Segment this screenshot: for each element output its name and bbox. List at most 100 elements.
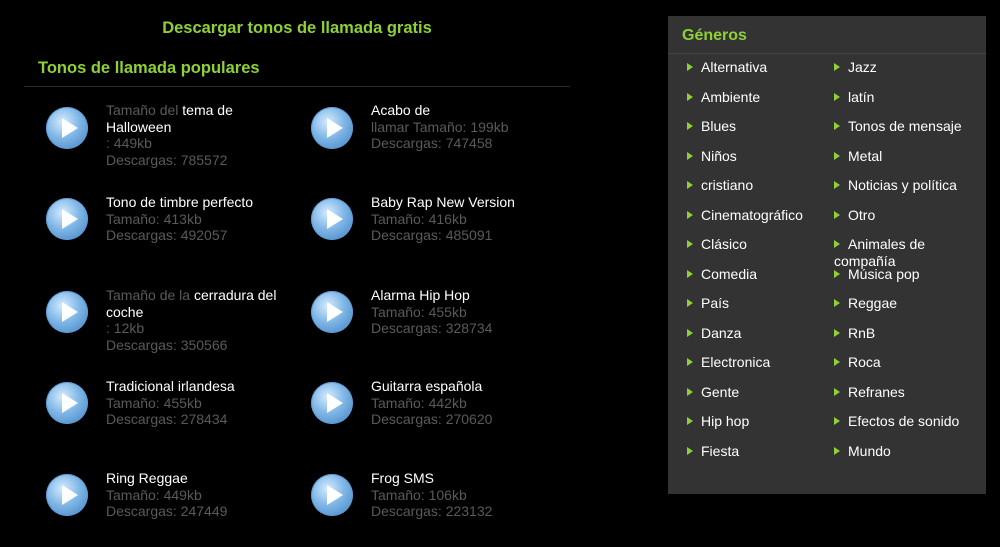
- genre-link[interactable]: País: [687, 295, 822, 312]
- triangle-right-icon: [834, 181, 840, 189]
- play-button[interactable]: [46, 198, 88, 240]
- genre-label: Jazz: [848, 59, 877, 75]
- genre-link[interactable]: Gente: [687, 384, 822, 401]
- genre-link[interactable]: Refranes: [834, 384, 969, 401]
- play-icon: [62, 393, 78, 413]
- genre-link[interactable]: Música pop: [834, 266, 969, 283]
- genre-link[interactable]: cristiano: [687, 177, 822, 194]
- ringtone-size: Tamaño: 106kb: [371, 486, 467, 503]
- play-icon: [327, 485, 343, 505]
- genre-link[interactable]: Reggae: [834, 295, 969, 312]
- genre-link[interactable]: Roca: [834, 354, 969, 371]
- play-button[interactable]: [311, 107, 353, 149]
- ringtone-info: Baby Rap New Version Tamaño: 416kb Descarg…: [371, 194, 561, 244]
- ringtone-size-label: Tamaño del: [106, 102, 183, 118]
- play-button[interactable]: [311, 198, 353, 240]
- ringtone-size: Tamaño: 455kb: [106, 394, 202, 411]
- play-button[interactable]: [46, 291, 88, 333]
- triangle-right-icon: [687, 417, 693, 425]
- play-icon: [62, 118, 78, 138]
- genre-link[interactable]: Tonos de mensaje: [834, 118, 969, 135]
- ringtone-downloads: Descargas: 328734: [371, 320, 493, 336]
- genre-link[interactable]: Cinematográfico: [687, 207, 822, 224]
- genre-link[interactable]: Metal: [834, 148, 969, 165]
- page-main-title: Descargar tonos de llamada gratis: [162, 19, 432, 37]
- genre-label: Ambiente: [701, 88, 761, 105]
- triangle-right-icon: [687, 299, 693, 307]
- ringtone-size: Tamaño: 442kb: [371, 394, 467, 411]
- ringtone-name[interactable]: Baby Rap New Version: [371, 194, 515, 210]
- genre-label: cristiano: [701, 177, 754, 193]
- ringtone-info: Acabo de llamar Tamaño: 199kb Descargas: 7…: [371, 102, 561, 152]
- ringtone-info: Guitarra española Tamaño: 442kb Descargas:…: [371, 378, 561, 428]
- genre-link[interactable]: Otro: [834, 207, 969, 224]
- genre-link[interactable]: Electronica: [687, 354, 822, 371]
- ringtone-info: Tradicional irlandesa Tamaño: 455kb Descar…: [106, 378, 296, 428]
- triangle-right-icon: [834, 417, 840, 425]
- ringtone-item: Ring Reggae Tamaño: 449kb Descargas: 24744…: [46, 470, 296, 547]
- ringtone-info: Tamaño de la cerradura del coche: 12kb De…: [106, 287, 296, 353]
- genre-link[interactable]: Jazz: [834, 59, 969, 76]
- triangle-right-icon: [834, 387, 840, 396]
- ringtone-item: Baby Rap New Version Tamaño: 416kb Descarg…: [311, 194, 561, 274]
- play-button[interactable]: [311, 474, 353, 516]
- ringtone-info: Tamaño del tema de Halloween: 449kb Desca…: [106, 102, 296, 168]
- section-divider: [24, 86, 570, 87]
- ringtone-downloads: Descargas: 785572: [106, 151, 228, 168]
- ringtone-item: Frog SMS Tamaño: 106kb Descargas: 223132: [311, 470, 561, 547]
- play-button[interactable]: [311, 382, 353, 424]
- ringtone-name[interactable]: Guitarra española: [371, 378, 482, 394]
- genre-link[interactable]: Noticias y política: [834, 177, 969, 194]
- genre-label: Refranes: [848, 383, 905, 400]
- genre-link[interactable]: latín: [834, 89, 969, 106]
- genre-link[interactable]: Clásico: [687, 236, 822, 253]
- genre-label: Roca: [848, 354, 881, 370]
- genre-link[interactable]: Efectos de sonido: [834, 413, 969, 430]
- play-button[interactable]: [46, 382, 88, 424]
- play-icon: [62, 209, 78, 229]
- genre-link[interactable]: RnB: [834, 325, 969, 342]
- ringtone-info: Alarma Hip Hop Tamaño: 455kb Descargas: 32…: [371, 287, 561, 337]
- genre-label: Electronica: [701, 354, 771, 370]
- play-icon: [327, 302, 343, 322]
- triangle-right-icon: [834, 122, 840, 130]
- ringtone-name[interactable]: Alarma Hip Hop: [371, 287, 470, 303]
- genre-label: Hip hop: [701, 413, 750, 429]
- triangle-right-icon: [687, 240, 693, 248]
- ringtone-downloads: Descargas: 278434: [106, 411, 228, 427]
- genre-link[interactable]: Ambiente: [687, 89, 822, 106]
- ringtone-name[interactable]: Ring Reggae: [106, 470, 188, 486]
- triangle-right-icon: [687, 181, 693, 189]
- genre-label: Tonos de mensaje: [848, 118, 962, 134]
- ringtone-info: Frog SMS Tamaño: 106kb Descargas: 223132: [371, 470, 561, 520]
- genre-link[interactable]: Blues: [687, 118, 822, 135]
- play-icon: [62, 485, 78, 505]
- triangle-right-icon: [834, 299, 840, 307]
- genre-link[interactable]: Alternativa: [687, 59, 822, 76]
- genre-label: Danza: [701, 324, 742, 341]
- genre-link[interactable]: Mundo: [834, 443, 969, 460]
- ringtone-name[interactable]: Frog SMS: [371, 470, 434, 486]
- genre-link[interactable]: Fiesta: [687, 443, 822, 460]
- genre-label: Fiesta: [701, 442, 740, 459]
- genre-link[interactable]: Niños: [687, 148, 822, 165]
- genre-label: Alternativa: [701, 59, 768, 75]
- genre-link[interactable]: Hip hop: [687, 413, 822, 430]
- ringtone-size: llamar Tamaño: 199kb: [371, 118, 509, 135]
- triangle-right-icon: [687, 328, 693, 337]
- genre-link[interactable]: Animales de compañía: [834, 236, 969, 269]
- triangle-right-icon: [687, 387, 693, 396]
- ringtone-downloads: Descargas: 223132: [371, 503, 493, 519]
- play-button[interactable]: [46, 474, 88, 516]
- play-button[interactable]: [46, 107, 88, 149]
- play-button[interactable]: [311, 291, 353, 333]
- ringtone-name[interactable]: Tradicional irlandesa: [106, 378, 235, 394]
- genre-label: Efectos de sonido: [848, 413, 960, 429]
- genre-link[interactable]: Danza: [687, 325, 822, 342]
- ringtone-item: Acabo de llamar Tamaño: 199kb Descargas: 7…: [311, 102, 561, 182]
- genre-link[interactable]: Comedia: [687, 266, 822, 283]
- genre-label: latín: [848, 88, 875, 105]
- ringtone-name[interactable]: Tono de timbre perfecto: [106, 194, 253, 210]
- ringtone-name[interactable]: Acabo de: [371, 102, 430, 118]
- ringtone-size: Tamaño: 449kb: [106, 486, 202, 503]
